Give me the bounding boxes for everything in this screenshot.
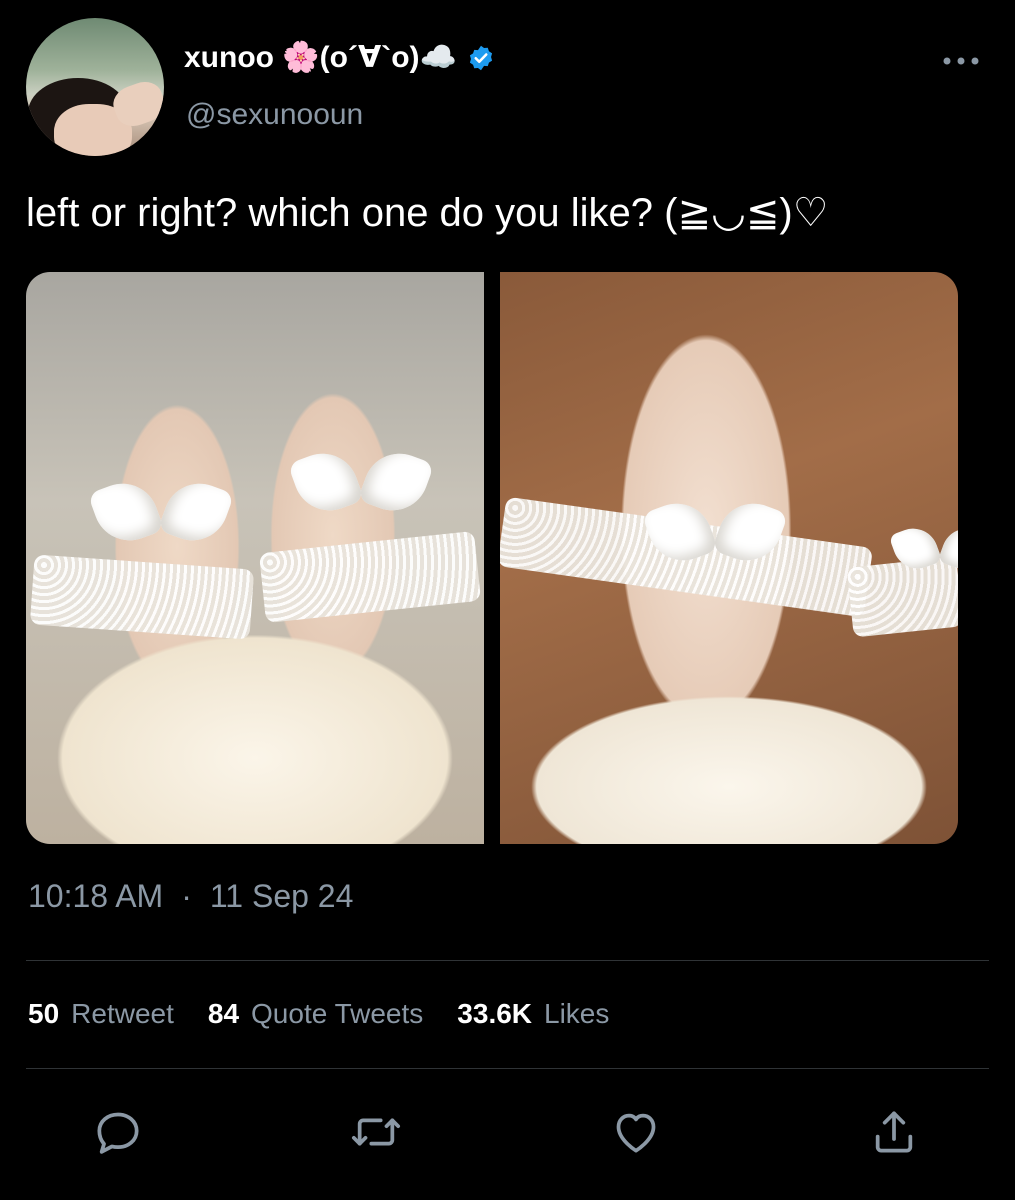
lace-band-left bbox=[29, 554, 255, 640]
retweet-icon[interactable] bbox=[348, 1104, 404, 1160]
likes-count: 33.6K bbox=[457, 998, 533, 1029]
verified-badge-icon bbox=[469, 45, 492, 70]
likes-stat[interactable]: 33.6K Likes bbox=[457, 998, 609, 1030]
avatar[interactable] bbox=[26, 18, 164, 156]
quote-tweets-stat[interactable]: 84 Quote Tweets bbox=[208, 998, 423, 1030]
more-horizontal-icon[interactable] bbox=[938, 48, 984, 74]
meta-separator: · bbox=[181, 878, 192, 914]
tweet-text: left or right? which one do you like? (≧… bbox=[26, 191, 829, 235]
bow-right bbox=[296, 442, 426, 532]
tweet-timestamp[interactable]: 10:18 AM · 11 Sep 24 bbox=[28, 878, 353, 915]
reply-icon[interactable] bbox=[90, 1104, 146, 1160]
heart-icon[interactable] bbox=[608, 1104, 664, 1160]
author-display-name[interactable]: xunoo 🌸(o´∀`o)☁️ bbox=[184, 40, 495, 75]
quote-tweets-label: Quote Tweets bbox=[251, 998, 424, 1029]
bow-left bbox=[96, 472, 226, 562]
bow-front bbox=[650, 492, 780, 582]
bow-back bbox=[895, 521, 959, 584]
retweet-label: Retweet bbox=[71, 998, 174, 1029]
retweet-count: 50 bbox=[28, 998, 60, 1029]
photo-left[interactable] bbox=[26, 272, 484, 844]
tweet-time: 10:18 AM bbox=[28, 878, 164, 914]
share-icon[interactable] bbox=[866, 1104, 922, 1160]
display-name-text: xunoo 🌸(o´∀`o)☁️ bbox=[184, 41, 457, 74]
likes-label: Likes bbox=[544, 998, 610, 1029]
lace-band-right bbox=[258, 530, 482, 624]
retweet-stat[interactable]: 50 Retweet bbox=[28, 998, 174, 1030]
photo-right[interactable] bbox=[500, 272, 958, 844]
quote-tweets-count: 84 bbox=[207, 998, 240, 1029]
tweet-date: 11 Sep 24 bbox=[209, 878, 354, 914]
action-bar bbox=[0, 1104, 1015, 1164]
author-handle[interactable]: @sexunooun bbox=[186, 98, 363, 132]
engagement-stats: 50 Retweet 84 Quote Tweets 33.6K Likes bbox=[28, 998, 609, 1030]
tweet-media bbox=[26, 272, 958, 844]
divider-top bbox=[26, 960, 989, 961]
divider-bottom bbox=[26, 1068, 989, 1069]
